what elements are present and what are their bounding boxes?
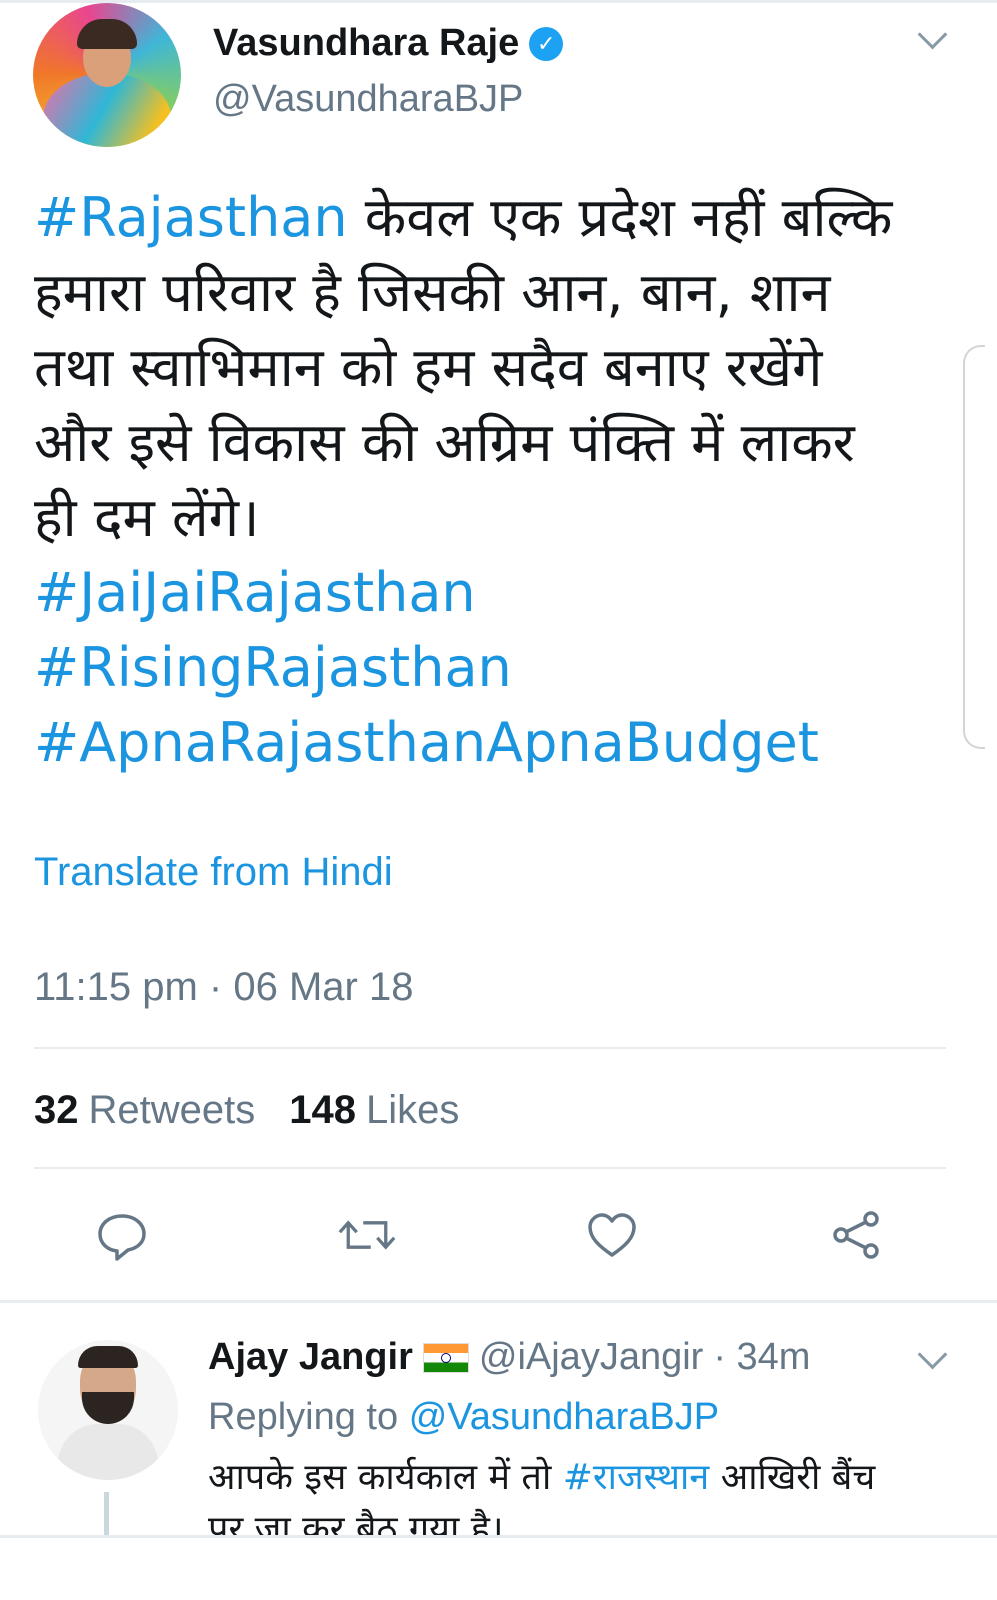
share-icon (833, 1211, 879, 1259)
tweet-line: #Rajasthan केवल एक प्रदेश नहीं बल्कि (34, 180, 934, 255)
stats-bottom-divider (34, 1167, 946, 1169)
reply-button[interactable] (92, 1205, 152, 1265)
tweet-separator (0, 1300, 997, 1303)
author-name-row[interactable]: Vasundhara Raje ✓ (213, 22, 564, 65)
hashtag-line: #JaiJaiRajasthan (34, 555, 934, 630)
translate-link[interactable]: Translate from Hindi (34, 850, 393, 895)
reply-line: आपके इस कार्यकाल में तो #राजस्थान आखिरी … (208, 1452, 948, 1504)
tweet-line: हमारा परिवार है जिसकी आन, बान, शान (34, 255, 934, 330)
retweets-count: 32 (34, 1088, 79, 1132)
chevron-down-icon[interactable] (917, 1339, 948, 1370)
replying-to: Replying to @VasundharaBJP (208, 1396, 719, 1439)
reply-text-segment: आखिरी बैंच (709, 1457, 876, 1498)
hashtag-link[interactable]: #JaiJaiRajasthan (34, 561, 476, 624)
hashtag-line: #ApnaRajasthanApnaBudget (34, 705, 934, 780)
likes-stat[interactable]: 148 Likes (289, 1088, 459, 1133)
stats-top-divider (34, 1047, 946, 1049)
tweet-body: #Rajasthan केवल एक प्रदेश नहीं बल्कि हमा… (34, 180, 934, 780)
tweet-line-text: और इसे विकास की अग्रिम पंक्ति में लाकर (34, 411, 855, 474)
bottom-area (0, 1538, 997, 1600)
reply-text-segment: आपके इस कार्यकाल में तो (208, 1457, 563, 1498)
reply-author-name[interactable]: Ajay Jangir (208, 1336, 413, 1379)
top-divider (0, 0, 997, 3)
tweet-line-text: हमारा परिवार है जिसकी आन, बान, शान (34, 261, 831, 324)
tweet-line-text: तथा स्वाभिमान को हम सदैव बनाए रखेंगे (34, 336, 823, 399)
avatar-beard (82, 1392, 134, 1424)
like-icon (588, 1213, 636, 1257)
avatar-body (58, 1424, 158, 1480)
reply-author-avatar[interactable] (38, 1340, 178, 1480)
reply-author-handle[interactable]: @iAjayJangir (479, 1336, 703, 1379)
retweets-stat[interactable]: 32 Retweets (34, 1088, 255, 1133)
retweet-icon (338, 1220, 396, 1250)
hashtag-link[interactable]: #ApnaRajasthanApnaBudget (34, 711, 819, 774)
reply-icon (98, 1214, 146, 1261)
tweet-line: ही दम लेंगे। (34, 480, 934, 555)
likes-label: Likes (366, 1088, 460, 1132)
replying-prefix: Replying to (208, 1396, 399, 1438)
hashtag-line: #RisingRajasthan (34, 630, 934, 705)
tweet-line: तथा स्वाभिमान को हम सदैव बनाए रखेंगे (34, 330, 934, 405)
like-button[interactable] (582, 1205, 642, 1265)
author-avatar[interactable] (33, 3, 181, 147)
tweet-line-text: ही दम लेंगे। (34, 486, 260, 549)
retweets-label: Retweets (88, 1088, 256, 1132)
likes-count: 148 (289, 1088, 356, 1132)
thread-line (104, 1492, 109, 1538)
tweet-line-text: केवल एक प्रदेश नहीं बल्कि (347, 186, 893, 249)
share-button[interactable] (826, 1205, 886, 1265)
reply-time: · 34m (713, 1336, 811, 1378)
author-handle[interactable]: @VasundharaBJP (213, 78, 523, 121)
scroll-edge (963, 345, 985, 749)
retweet-button[interactable] (337, 1205, 397, 1265)
tweet-timestamp: 11:15 pm · 06 Mar 18 (34, 965, 414, 1009)
avatar-hair (78, 1346, 138, 1368)
avatar-hair (77, 19, 137, 49)
action-bar (0, 1205, 997, 1265)
india-flag-icon (422, 1342, 469, 1373)
tweet-stats: 32 Retweets 148 Likes (34, 1088, 459, 1133)
tweet-line: और इसे विकास की अग्रिम पंक्ति में लाकर (34, 405, 934, 480)
chevron-down-icon[interactable] (917, 19, 948, 50)
verified-badge-icon: ✓ (529, 26, 564, 61)
reply-header: Ajay Jangir @iAjayJangir · 34m (208, 1336, 810, 1379)
hashtag-link[interactable]: #RisingRajasthan (34, 636, 512, 699)
author-name[interactable]: Vasundhara Raje (213, 22, 519, 65)
hashtag-link[interactable]: #राजस्थान (563, 1457, 710, 1498)
hashtag-link[interactable]: #Rajasthan (34, 186, 348, 249)
replying-to-handle[interactable]: @VasundharaBJP (409, 1396, 719, 1438)
